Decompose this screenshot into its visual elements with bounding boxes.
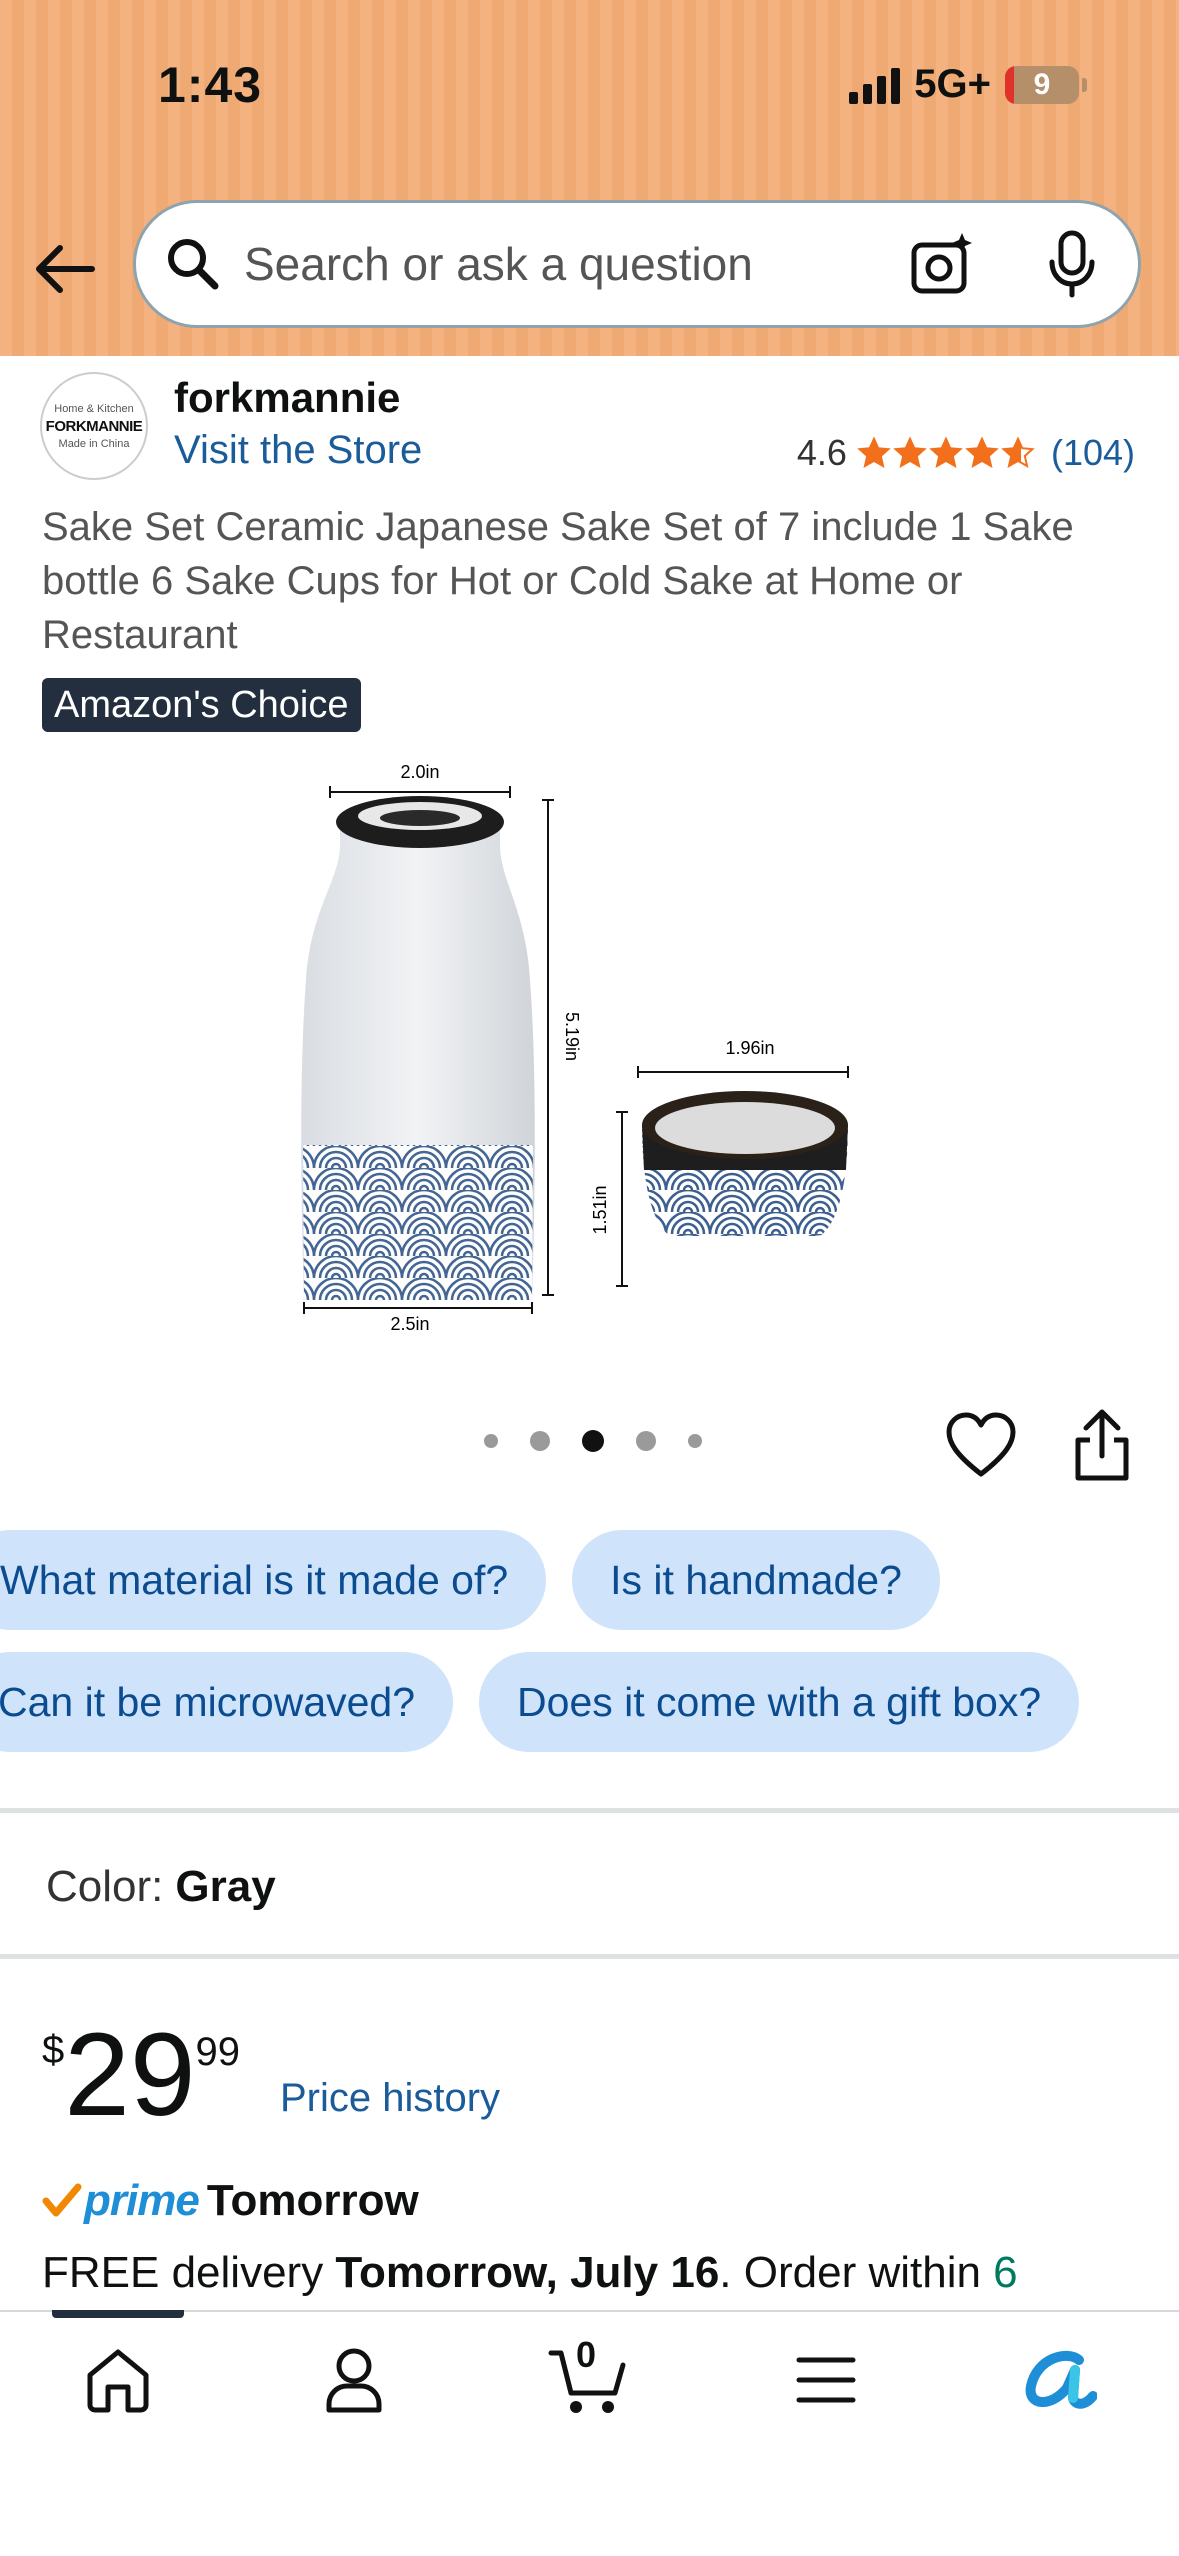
section-divider: [0, 1808, 1179, 1813]
status-time: 1:43: [158, 57, 263, 113]
star-icon: [857, 436, 891, 468]
prime-delivery-row: prime Tomorrow: [42, 2176, 419, 2226]
question-chips-row-1: What material is it made of? Is it handm…: [0, 1530, 940, 1630]
rating-count[interactable]: (104): [1051, 432, 1135, 474]
prime-logo: prime: [84, 2176, 200, 2225]
question-chip[interactable]: Does it come with a gift box?: [479, 1652, 1080, 1752]
network-type: 5G+: [914, 62, 991, 106]
account-tab-icon[interactable]: [314, 2340, 394, 2420]
carousel-dot[interactable]: [530, 1431, 550, 1451]
store-logo-top-text: Home & Kitchen: [54, 402, 134, 415]
signal-icon: [849, 66, 901, 104]
question-chip[interactable]: Can it be microwaved?: [0, 1652, 454, 1752]
store-logo-main-text: FORKMANNIE: [45, 417, 143, 435]
price-fraction: 99: [195, 2030, 241, 2074]
delivery-prefix: FREE delivery: [42, 2248, 336, 2297]
price-history-link[interactable]: Price history: [280, 2076, 500, 2121]
search-icon: [162, 233, 224, 295]
carousel-dot[interactable]: [636, 1431, 656, 1451]
store-logo-bottom-text: Made in China: [58, 437, 130, 450]
active-tab-indicator: [52, 2310, 184, 2318]
price: $ 29 99: [42, 2016, 240, 2134]
delivery-countdown: 6: [993, 2248, 1018, 2297]
cart-tab-icon[interactable]: 0: [548, 2334, 628, 2420]
delivery-date: Tomorrow, July 16: [335, 2248, 720, 2297]
camera-search-icon[interactable]: [906, 227, 980, 301]
cart-count: 0: [576, 2334, 597, 2375]
search-bar[interactable]: Search or ask a question: [133, 200, 1141, 328]
color-selector[interactable]: Color: Gray: [46, 1862, 276, 1912]
star-icon: [893, 436, 927, 468]
product-image[interactable]: 2.0in 5.19in 2.5in 1.96in 1.51in: [270, 750, 930, 1350]
question-chip[interactable]: What material is it made of?: [0, 1530, 547, 1630]
battery-level: 9: [1033, 67, 1051, 101]
question-chip[interactable]: Is it handmade?: [572, 1530, 940, 1630]
heart-icon[interactable]: [945, 1410, 1017, 1482]
cup-height-label: 1.51in: [590, 1185, 610, 1234]
rufus-assistant-icon[interactable]: [1020, 2340, 1100, 2420]
price-whole: 29: [64, 2009, 196, 2141]
top-header: 1:43 5G+ 9 Search or ask a question: [0, 0, 1179, 356]
back-arrow-icon[interactable]: [30, 234, 100, 304]
star-icon: [929, 436, 963, 468]
star-icon: [965, 436, 999, 468]
share-icon[interactable]: [1070, 1408, 1134, 1482]
home-tab-icon[interactable]: [78, 2340, 158, 2420]
question-chips-row-2: Can it be microwaved? Does it come with …: [0, 1652, 1080, 1752]
image-carousel-dots[interactable]: [484, 1430, 702, 1452]
delivery-info: FREE delivery Tomorrow, July 16. Order w…: [42, 2248, 1018, 2298]
menu-tab-icon[interactable]: [786, 2340, 866, 2420]
carousel-dot[interactable]: [484, 1434, 498, 1448]
star-icon: [1001, 436, 1035, 468]
amazons-choice-badge: Amazon's Choice: [42, 678, 361, 732]
battery-icon: 9: [1005, 65, 1079, 104]
delivery-order-within: . Order within: [719, 2248, 994, 2297]
star-rating: [857, 436, 1035, 470]
prime-speed: Tomorrow: [206, 2176, 419, 2225]
bottle-base-width-label: 2.5in: [390, 1314, 429, 1334]
bottle-height-label: 5.19in: [562, 1012, 582, 1061]
status-indicators: 5G+ 9: [849, 62, 1087, 107]
price-currency: $: [42, 2028, 65, 2072]
color-label: Color:: [46, 1862, 164, 1911]
battery-nub: [1082, 77, 1087, 92]
rating-value: 4.6: [796, 432, 847, 473]
product-title: Sake Set Ceramic Japanese Sake Set of 7 …: [42, 505, 1074, 657]
carousel-dot-active[interactable]: [582, 1430, 604, 1452]
bottle-wave-pattern: [303, 1145, 533, 1300]
bottle-top-width-label: 2.0in: [400, 762, 439, 782]
color-value: Gray: [175, 1862, 276, 1911]
section-divider: [0, 1954, 1179, 1959]
prime-check-icon: [42, 2183, 82, 2217]
search-input[interactable]: Search or ask a question: [244, 237, 906, 291]
store-logo[interactable]: Home & Kitchen FORKMANNIE Made in China: [40, 372, 148, 480]
cup-width-label: 1.96in: [725, 1038, 774, 1058]
rating-summary[interactable]: 4.6 (104): [797, 432, 1135, 474]
microphone-icon[interactable]: [1040, 227, 1104, 301]
carousel-dot[interactable]: [688, 1434, 702, 1448]
store-name[interactable]: forkmannie: [174, 374, 400, 422]
visit-store-link[interactable]: Visit the Store: [174, 428, 422, 473]
